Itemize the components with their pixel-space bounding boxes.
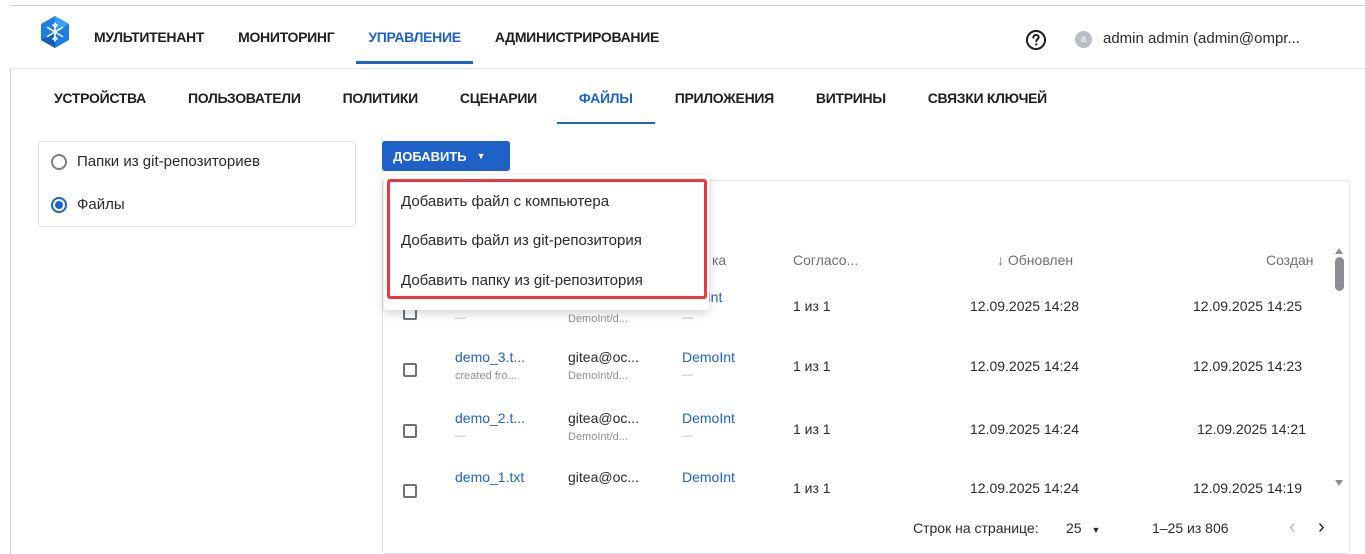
radio-unchecked-icon[interactable]	[51, 153, 67, 170]
filter-option-label: Файлы	[77, 196, 125, 213]
radio-checked-icon[interactable]	[51, 196, 67, 213]
rows-per-page-label: Строк на странице:	[913, 520, 1039, 536]
row-tenant-sub: —	[682, 369, 693, 381]
caret-down-icon: ▼	[476, 151, 486, 161]
column-header-created[interactable]: Создан	[1266, 252, 1314, 268]
row-source: gitea@oc...	[568, 349, 640, 365]
chevron-right-icon[interactable]: ›	[1318, 516, 1325, 539]
add-button-label: ДОБАВИТЬ	[393, 148, 467, 164]
logo-icon[interactable]	[38, 15, 72, 49]
sub-nav: УСТРОЙСТВА ПОЛЬЗОВАТЕЛИ ПОЛИТИКИ СЦЕНАРИ…	[10, 68, 1365, 126]
tab-scenarios[interactable]: СЦЕНАРИИ	[460, 69, 537, 126]
help-icon[interactable]	[1025, 29, 1047, 51]
pagination-range: 1–25 из 806	[1152, 520, 1229, 536]
row-source: gitea@oc...	[568, 410, 640, 426]
row-checkbox[interactable]	[403, 424, 417, 438]
row-updated: 12.09.2025 14:24	[970, 480, 1079, 496]
row-tenant-sub: —	[682, 430, 693, 442]
filter-option-files[interactable]: Файлы	[51, 196, 125, 213]
row-agreed: 1 из 1	[793, 421, 831, 437]
row-source: gitea@oc...	[568, 469, 640, 485]
tab-keychains[interactable]: СВЯЗКИ КЛЮЧЕЙ	[928, 69, 1047, 126]
row-name-link[interactable]: demo_2.t...	[455, 410, 525, 426]
caret-down-icon: ▼	[1091, 525, 1101, 535]
row-checkbox[interactable]	[403, 484, 417, 498]
tab-files[interactable]: ФАЙЛЫ	[556, 69, 655, 126]
column-header-agreed[interactable]: Согласо...	[793, 252, 858, 268]
row-tenant-link[interactable]: DemoInt	[682, 469, 735, 485]
topnav-administration[interactable]: АДМИНИСТРИРОВАНИЕ	[495, 6, 660, 68]
row-tenant-sub: —	[682, 312, 693, 324]
tab-users[interactable]: ПОЛЬЗОВАТЕЛИ	[188, 69, 301, 126]
filter-option-git-folders[interactable]: Папки из git-репозиториев	[51, 153, 260, 170]
row-created: 12.09.2025 14:21	[1197, 421, 1306, 437]
row-agreed: 1 из 1	[793, 480, 831, 496]
row-checkbox[interactable]	[403, 363, 417, 377]
column-header-updated[interactable]: ↓ Обновлен	[997, 252, 1073, 268]
topnav-multitenant[interactable]: МУЛЬТИТЕНАНТ	[94, 6, 204, 68]
row-name-sub: —	[455, 430, 466, 442]
menu-item-add-folder-from-git[interactable]: Добавить папку из git-репозитория	[401, 272, 643, 289]
user-name[interactable]: admin admin (admin@ompr...	[1103, 30, 1300, 47]
row-updated: 12.09.2025 14:28	[970, 298, 1079, 314]
row-name-link[interactable]: demo_1.txt	[455, 469, 524, 485]
user-avatar[interactable]: a	[1075, 31, 1092, 48]
row-source-sub: DemoInt/d...	[568, 370, 628, 382]
tab-showcases[interactable]: ВИТРИНЫ	[816, 69, 886, 126]
row-name-link[interactable]: demo_3.t...	[455, 349, 525, 365]
column-header-updated-label: Обновлен	[1007, 252, 1074, 268]
add-button[interactable]: ДОБАВИТЬ ▼	[382, 141, 510, 171]
row-name-sub: created fro...	[455, 370, 517, 382]
rows-per-page-select[interactable]: 25 ▼	[1066, 520, 1100, 536]
topnav-monitoring[interactable]: МОНИТОРИНГ	[238, 6, 335, 68]
row-created: 12.09.2025 14:25	[1193, 298, 1302, 314]
row-created: 12.09.2025 14:23	[1193, 358, 1302, 374]
arrow-down-icon: ↓	[997, 252, 1004, 268]
file-type-filter: Папки из git-репозиториев Файлы	[38, 141, 356, 227]
tab-policies[interactable]: ПОЛИТИКИ	[343, 69, 419, 126]
top-bar: МУЛЬТИТЕНАНТ МОНИТОРИНГ УПРАВЛЕНИЕ АДМИН…	[10, 6, 1365, 68]
menu-item-add-file-from-computer[interactable]: Добавить файл с компьютера	[401, 193, 609, 210]
scroll-down-arrow-icon[interactable]	[1335, 480, 1343, 486]
add-dropdown-menu: Добавить файл с компьютера Добавить файл…	[384, 175, 709, 310]
row-agreed: 1 из 1	[793, 298, 831, 314]
row-created: 12.09.2025 14:19	[1193, 480, 1302, 496]
scroll-thumb[interactable]	[1335, 257, 1344, 291]
topnav-management[interactable]: УПРАВЛЕНИЕ	[356, 6, 474, 68]
row-source-sub: DemoInt/d...	[568, 431, 628, 443]
column-header-tenant[interactable]: ка	[712, 252, 726, 268]
rows-per-page-value: 25	[1066, 520, 1082, 536]
menu-item-add-file-from-git[interactable]: Добавить файл из git-репозитория	[401, 232, 642, 249]
tab-devices[interactable]: УСТРОЙСТВА	[54, 69, 146, 126]
row-tenant-link[interactable]: DemoInt	[682, 349, 735, 365]
row-tenant-link[interactable]: DemoInt	[682, 410, 735, 426]
row-updated: 12.09.2025 14:24	[970, 358, 1079, 374]
row-source-sub: DemoInt/d...	[568, 313, 628, 325]
chevron-left-icon[interactable]: ‹	[1289, 516, 1296, 539]
tab-applications[interactable]: ПРИЛОЖЕНИЯ	[675, 69, 775, 126]
row-agreed: 1 из 1	[793, 358, 831, 374]
row-name-sub: —	[455, 312, 466, 324]
filter-option-label: Папки из git-репозиториев	[77, 153, 260, 170]
row-updated: 12.09.2025 14:24	[970, 421, 1079, 437]
top-nav: МУЛЬТИТЕНАНТ МОНИТОРИНГ УПРАВЛЕНИЕ АДМИН…	[94, 6, 693, 68]
scroll-up-arrow-icon[interactable]	[1335, 248, 1343, 254]
